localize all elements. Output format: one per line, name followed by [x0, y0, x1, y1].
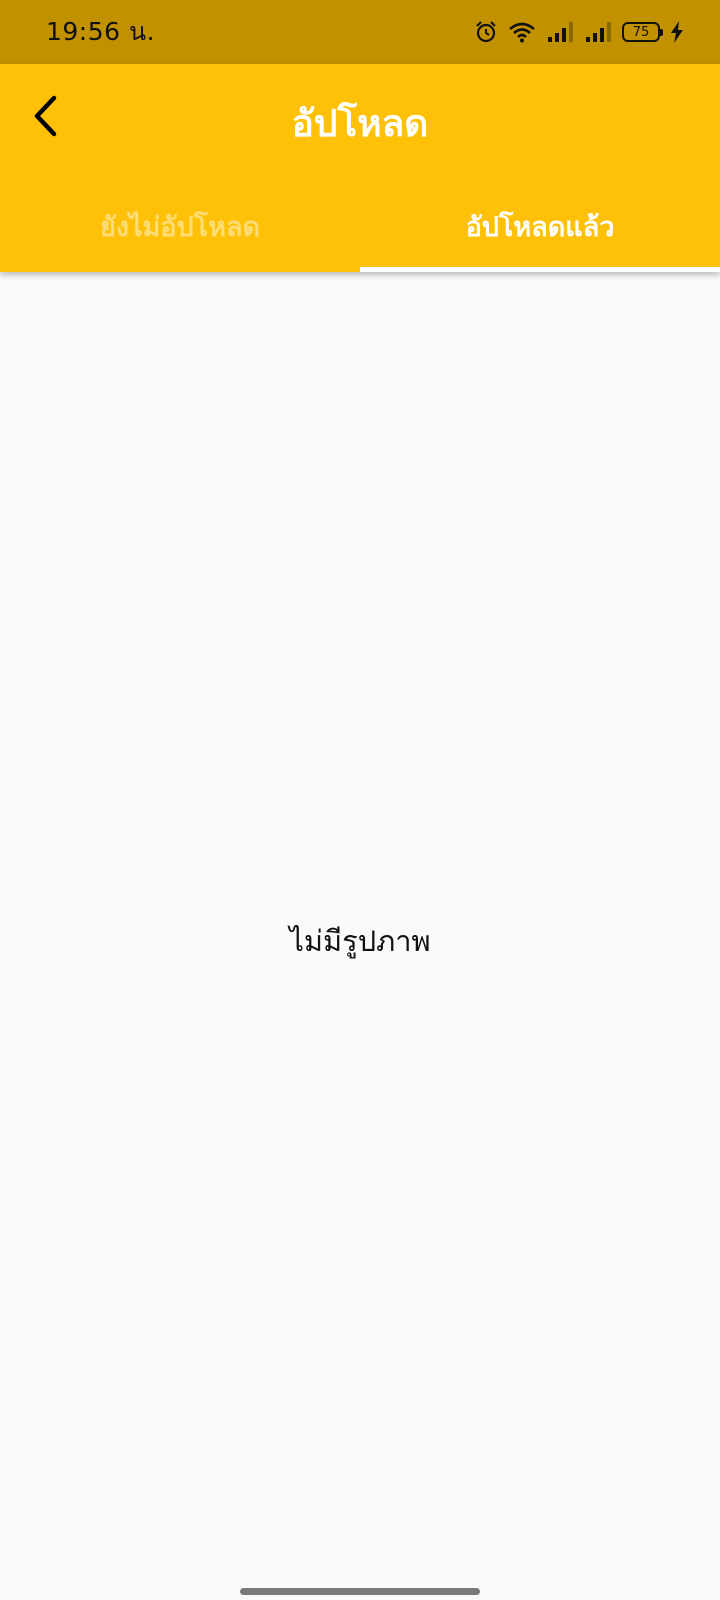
- tab-not-uploaded[interactable]: ยังไม่อัปโหลด: [0, 180, 360, 272]
- battery-icon: 75: [622, 22, 663, 42]
- wifi-icon: [508, 20, 536, 44]
- alarm-icon: [474, 20, 498, 44]
- status-icons: 75: [474, 20, 684, 44]
- signal-icon: [546, 21, 574, 43]
- status-bar: 19:56 น. 75: [0, 0, 720, 64]
- tab-bar: ยังไม่อัปโหลด อัปโหลดแล้ว: [0, 180, 720, 272]
- page-title: อัปโหลด: [291, 102, 429, 145]
- tab-label: ยังไม่อัปโหลด: [99, 211, 261, 243]
- tab-label: อัปโหลดแล้ว: [465, 211, 615, 243]
- charging-icon: [670, 21, 684, 43]
- status-time: 19:56 น.: [46, 17, 156, 46]
- empty-state-message: ไม่มีรูปภาพ: [289, 924, 431, 958]
- battery-level: 75: [632, 24, 650, 40]
- tab-uploaded[interactable]: อัปโหลดแล้ว: [360, 180, 720, 272]
- signal-icon-2: [584, 21, 612, 43]
- home-indicator[interactable]: [240, 1588, 480, 1595]
- tab-indicator: [360, 267, 720, 272]
- app-bar: อัปโหลด ยังไม่อัปโหลด อัปโหลดแล้ว: [0, 64, 720, 272]
